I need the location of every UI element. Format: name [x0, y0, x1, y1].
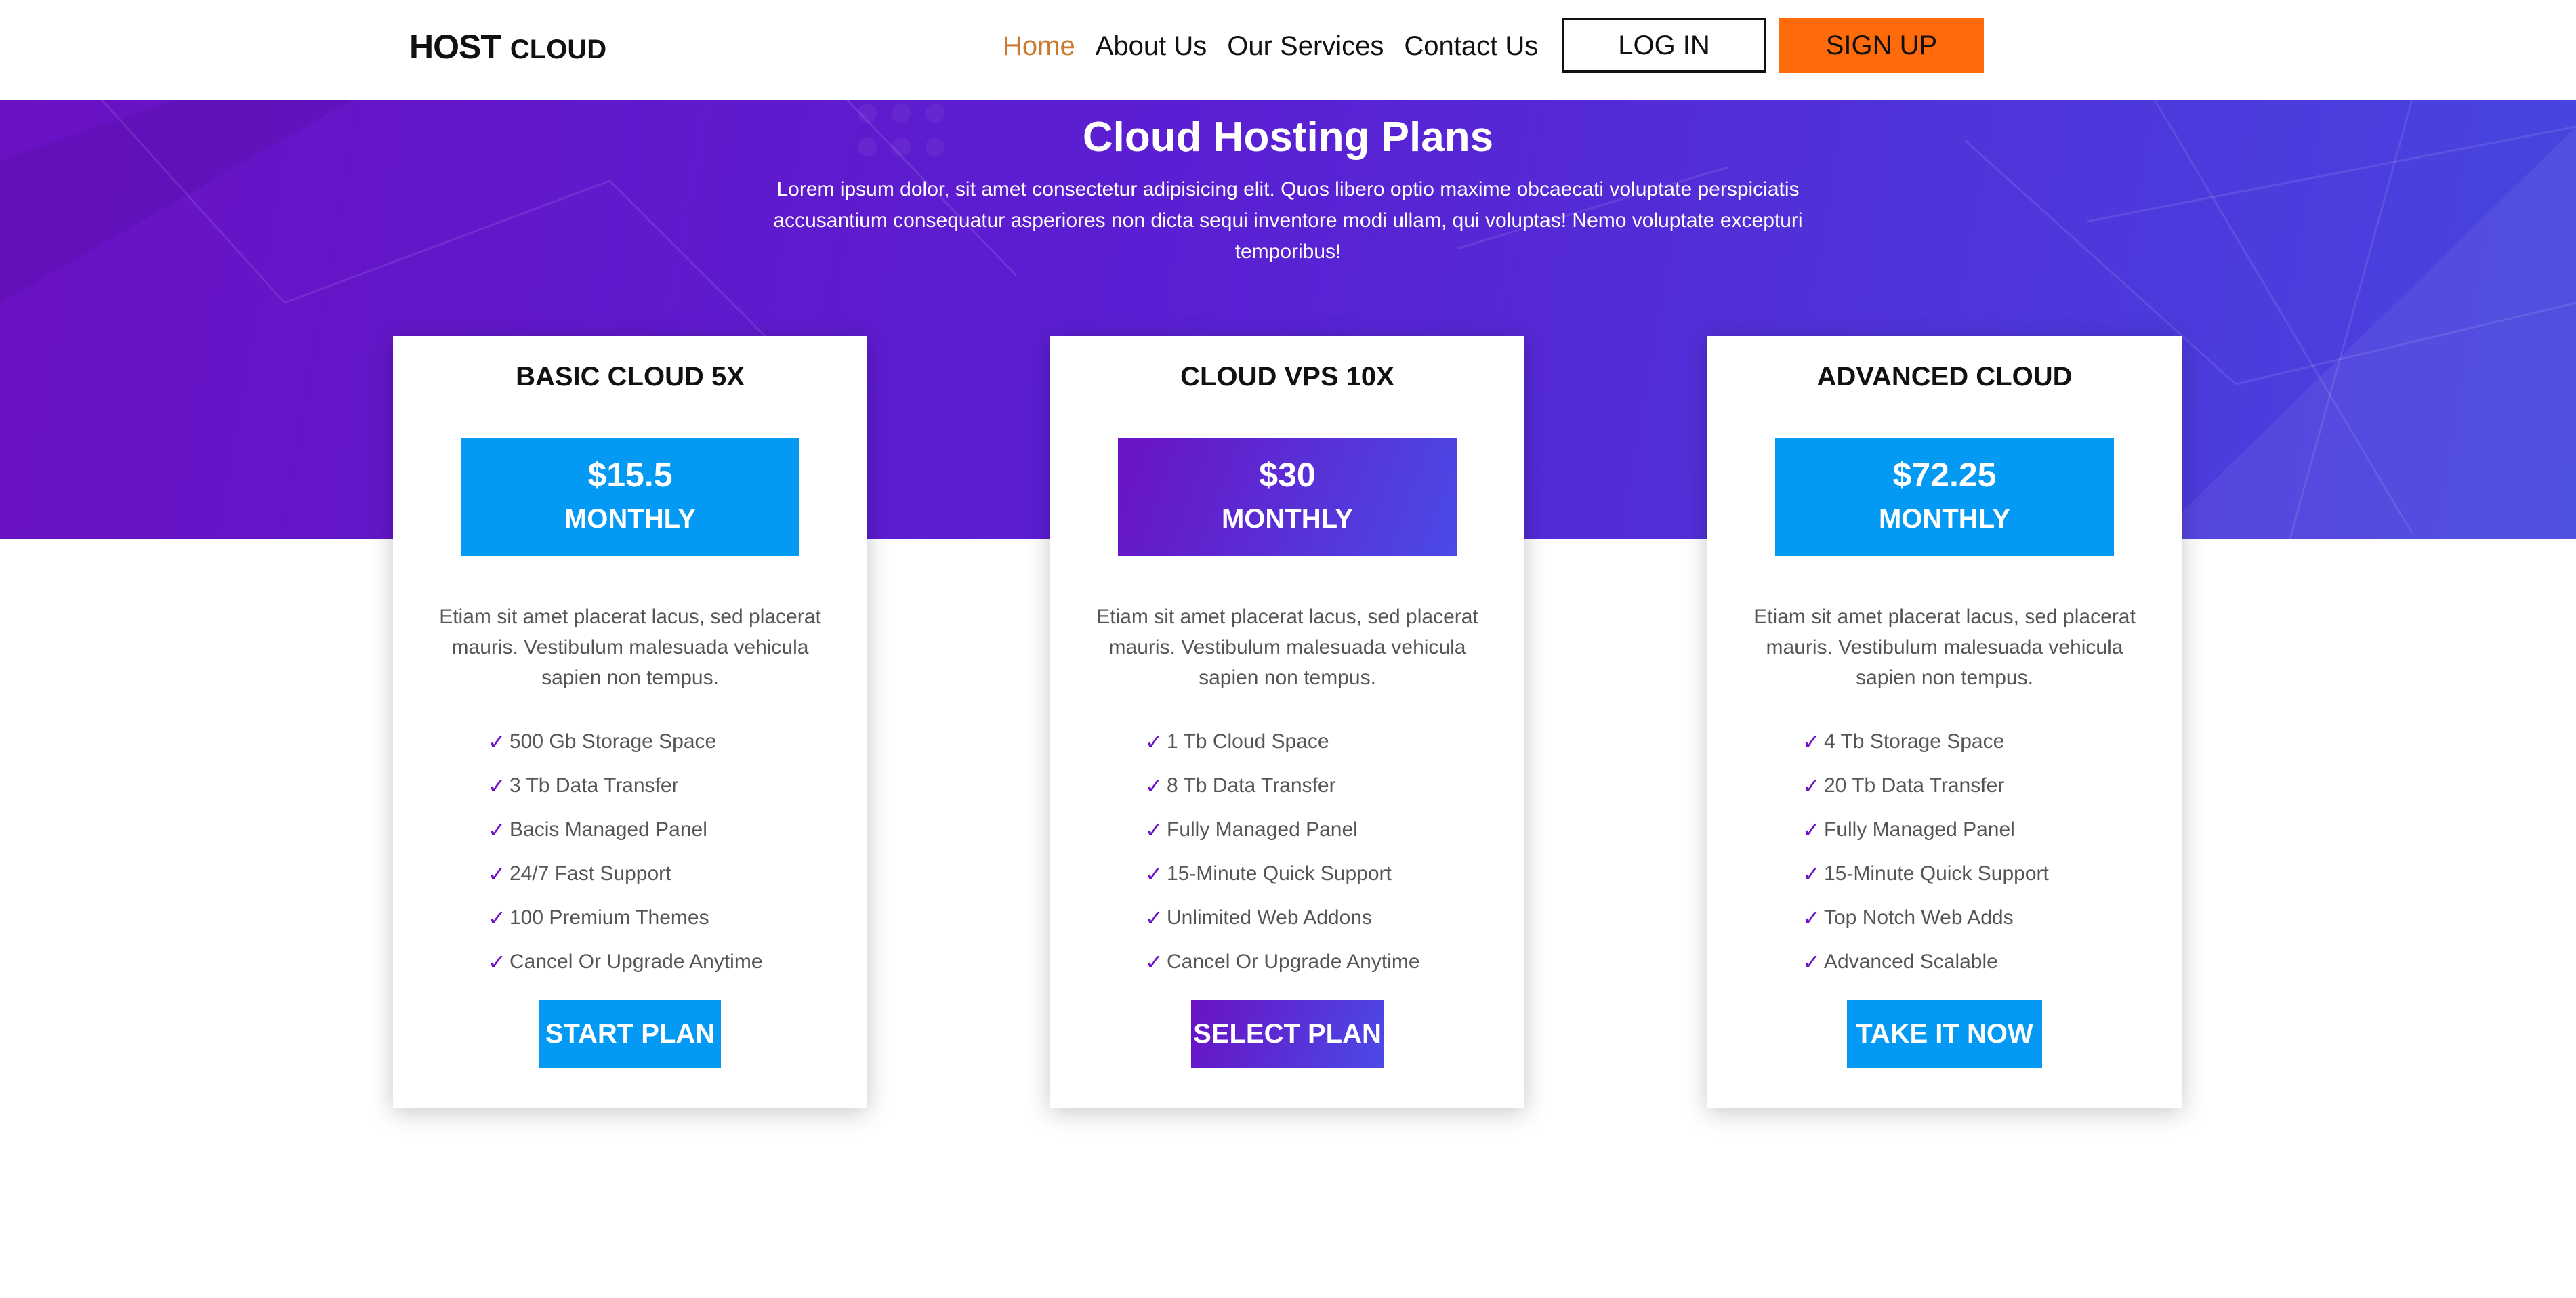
select-plan-button[interactable]: SELECT PLAN [1191, 1000, 1384, 1068]
check-icon: ✓ [1145, 949, 1163, 974]
check-icon: ✓ [488, 729, 506, 754]
feature-label: 20 Tb Data Transfer [1824, 774, 2005, 797]
feature-label: Advanced Scalable [1824, 950, 1998, 973]
price-box: $15.5 MONTHLY [461, 438, 799, 556]
feature-label: 8 Tb Data Transfer [1167, 774, 1336, 797]
feature-label: Cancel Or Upgrade Anytime [510, 950, 763, 973]
feature-list: ✓ 500 Gb Storage Space ✓ 3 Tb Data Transfe… [488, 719, 840, 984]
plan-card-basic: BASIC CLOUD 5X $15.5 MONTHLY Etiam sit a… [393, 336, 867, 1108]
feature-label: 3 Tb Data Transfer [510, 774, 679, 797]
plan-description: Etiam sit amet placerat lacus, sed place… [1096, 606, 1478, 689]
price-period: MONTHLY [1878, 504, 2011, 534]
plan-description: Etiam sit amet placerat lacus, sed place… [1753, 606, 2136, 689]
feature-item: ✓ 3 Tb Data Transfer [488, 763, 840, 808]
nav-link-our-services[interactable]: Our Services [1227, 31, 1384, 62]
plan-card-vps: CLOUD VPS 10X $30 MONTHLY Etiam sit amet… [1050, 336, 1524, 1108]
plan-description: Etiam sit amet placerat lacus, sed place… [439, 606, 821, 689]
hero-description: Lorem ipsum dolor, sit amet consectetur … [773, 178, 1803, 263]
feature-item: ✓ 100 Premium Themes [488, 896, 840, 940]
feature-label: Fully Managed Panel [1167, 818, 1358, 841]
check-icon: ✓ [1802, 905, 1821, 930]
feature-label: 100 Premium Themes [510, 906, 709, 929]
navbar: HOST CLOUD Home About Us Our Services Co… [0, 0, 2576, 100]
check-icon: ✓ [488, 905, 506, 930]
check-icon: ✓ [488, 949, 506, 974]
logo[interactable]: HOST CLOUD [409, 27, 606, 68]
price-amount: $72.25 [1892, 456, 1997, 494]
feature-label: Fully Managed Panel [1824, 818, 2015, 841]
nav-link-contact-us[interactable]: Contact Us [1404, 31, 1538, 62]
feature-item: ✓ 24/7 Fast Support [488, 852, 840, 896]
feature-label: Cancel Or Upgrade Anytime [1167, 950, 1420, 973]
nav-link-about-us[interactable]: About Us [1096, 31, 1207, 62]
feature-label: 15-Minute Quick Support [1167, 862, 1392, 885]
check-icon: ✓ [1802, 817, 1821, 842]
feature-label: Top Notch Web Adds [1824, 906, 2014, 929]
feature-item: ✓ Advanced Scalable [1802, 940, 2155, 984]
feature-label: 1 Tb Cloud Space [1167, 730, 1329, 753]
feature-item: ✓ Fully Managed Panel [1802, 808, 2155, 852]
feature-label: 500 Gb Storage Space [510, 730, 717, 753]
nav-link-home[interactable]: Home [1003, 31, 1075, 62]
take-it-now-button[interactable]: TAKE IT NOW [1847, 1000, 2042, 1068]
feature-item: ✓ 20 Tb Data Transfer [1802, 763, 2155, 808]
check-icon: ✓ [1802, 861, 1821, 886]
login-button[interactable]: LOG IN [1562, 18, 1766, 73]
feature-item: ✓ Cancel Or Upgrade Anytime [1145, 940, 1497, 984]
plan-title: BASIC CLOUD 5X [516, 362, 745, 392]
price-amount: $30 [1259, 456, 1316, 494]
feature-item: ✓ Cancel Or Upgrade Anytime [488, 940, 840, 984]
check-icon: ✓ [488, 817, 506, 842]
feature-item: ✓ 15-Minute Quick Support [1802, 852, 2155, 896]
check-icon: ✓ [488, 773, 506, 798]
check-icon: ✓ [1145, 861, 1163, 886]
feature-item: ✓ 4 Tb Storage Space [1802, 719, 2155, 763]
start-plan-button[interactable]: START PLAN [539, 1000, 721, 1068]
check-icon: ✓ [1145, 817, 1163, 842]
plan-title: ADVANCED CLOUD [1816, 362, 2073, 392]
check-icon: ✓ [1802, 729, 1821, 754]
price-period: MONTHLY [1221, 504, 1354, 534]
feature-item: ✓ 500 Gb Storage Space [488, 719, 840, 763]
feature-label: 24/7 Fast Support [510, 862, 671, 885]
check-icon: ✓ [1145, 773, 1163, 798]
feature-item: ✓ Top Notch Web Adds [1802, 896, 2155, 940]
feature-item: ✓ Unlimited Web Addons [1145, 896, 1497, 940]
feature-item: ✓ Bacis Managed Panel [488, 808, 840, 852]
feature-item: ✓ 15-Minute Quick Support [1145, 852, 1497, 896]
feature-label: Bacis Managed Panel [510, 818, 707, 841]
price-period: MONTHLY [564, 504, 697, 534]
feature-list: ✓ 4 Tb Storage Space ✓ 20 Tb Data Transfer… [1802, 719, 2155, 984]
hero-title: Cloud Hosting Plans [1082, 114, 1494, 161]
signup-button[interactable]: SIGN UP [1779, 18, 1984, 73]
feature-label: Unlimited Web Addons [1167, 906, 1372, 929]
check-icon: ✓ [488, 861, 506, 886]
nav-menu: Home About Us Our Services Contact Us [1003, 26, 1538, 66]
feature-label: 4 Tb Storage Space [1824, 730, 2005, 753]
price-box: $30 MONTHLY [1118, 438, 1457, 556]
check-icon: ✓ [1802, 773, 1821, 798]
price-amount: $15.5 [587, 456, 673, 494]
feature-item: ✓ 1 Tb Cloud Space [1145, 719, 1497, 763]
plan-card-advanced: ADVANCED CLOUD $72.25 MONTHLY Etiam sit … [1707, 336, 2182, 1108]
feature-item: ✓ Fully Managed Panel [1145, 808, 1497, 852]
feature-list: ✓ 1 Tb Cloud Space ✓ 8 Tb Data Transfer ✓ F… [1145, 719, 1497, 984]
feature-item: ✓ 8 Tb Data Transfer [1145, 763, 1497, 808]
plan-title: CLOUD VPS 10X [1180, 362, 1394, 392]
feature-label: 15-Minute Quick Support [1824, 862, 2049, 885]
check-icon: ✓ [1145, 905, 1163, 930]
check-icon: ✓ [1145, 729, 1163, 754]
logo-sub-text: CLOUD [510, 35, 607, 64]
logo-main-text: HOST [409, 28, 501, 66]
price-box: $72.25 MONTHLY [1775, 438, 2114, 556]
check-icon: ✓ [1802, 949, 1821, 974]
